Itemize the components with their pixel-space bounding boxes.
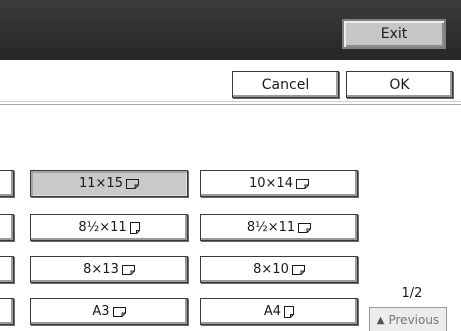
paper-size-label: 8½×11 bbox=[78, 220, 127, 235]
paper-size-button[interactable]: 10×14 bbox=[200, 170, 358, 197]
ok-button[interactable]: OK bbox=[346, 71, 453, 98]
paper-size-button[interactable]: 8½×11 bbox=[30, 214, 188, 241]
divider bbox=[0, 101, 461, 102]
landscape-paper-icon bbox=[298, 222, 312, 233]
portrait-paper-icon bbox=[284, 305, 295, 318]
paper-size-label: 10×14 bbox=[249, 176, 293, 191]
paper-size-label: 11×15 bbox=[79, 176, 123, 191]
landscape-paper-icon bbox=[112, 306, 126, 317]
paper-size-label: A4 bbox=[263, 304, 282, 319]
cancel-button[interactable]: Cancel bbox=[232, 71, 339, 98]
paper-size-label: 8×10 bbox=[253, 262, 289, 277]
exit-button[interactable]: Exit bbox=[342, 19, 446, 49]
landscape-paper-icon bbox=[291, 264, 305, 275]
paper-size-button[interactable]: 8×10 bbox=[200, 256, 358, 283]
triangle-up-icon: ▲ bbox=[376, 314, 385, 326]
paper-size-button-offscreen[interactable] bbox=[0, 298, 14, 325]
paper-size-button-offscreen[interactable] bbox=[0, 214, 14, 241]
landscape-paper-icon bbox=[121, 264, 135, 275]
landscape-paper-icon bbox=[125, 178, 139, 189]
paper-size-button-offscreen[interactable] bbox=[0, 170, 14, 197]
page-indicator: 1/2 bbox=[401, 286, 423, 301]
previous-page-button[interactable]: ▲ Previous bbox=[369, 307, 447, 331]
paper-size-button-offscreen[interactable] bbox=[0, 256, 14, 283]
paper-size-button[interactable]: A3 bbox=[30, 298, 188, 325]
title-bar: Exit bbox=[0, 0, 461, 60]
paper-size-button[interactable]: 8×13 bbox=[30, 256, 188, 283]
portrait-paper-icon bbox=[129, 221, 140, 234]
previous-label: Previous bbox=[388, 313, 440, 327]
paper-size-label: A3 bbox=[92, 304, 110, 319]
paper-size-button[interactable]: 11×15 bbox=[30, 170, 188, 197]
landscape-paper-icon bbox=[295, 178, 309, 189]
paper-size-label: 8½×11 bbox=[246, 220, 296, 235]
paper-size-button[interactable]: 8½×11 bbox=[200, 214, 358, 241]
paper-size-label: 8×13 bbox=[83, 262, 119, 277]
paper-size-button[interactable]: A4 bbox=[200, 298, 358, 325]
